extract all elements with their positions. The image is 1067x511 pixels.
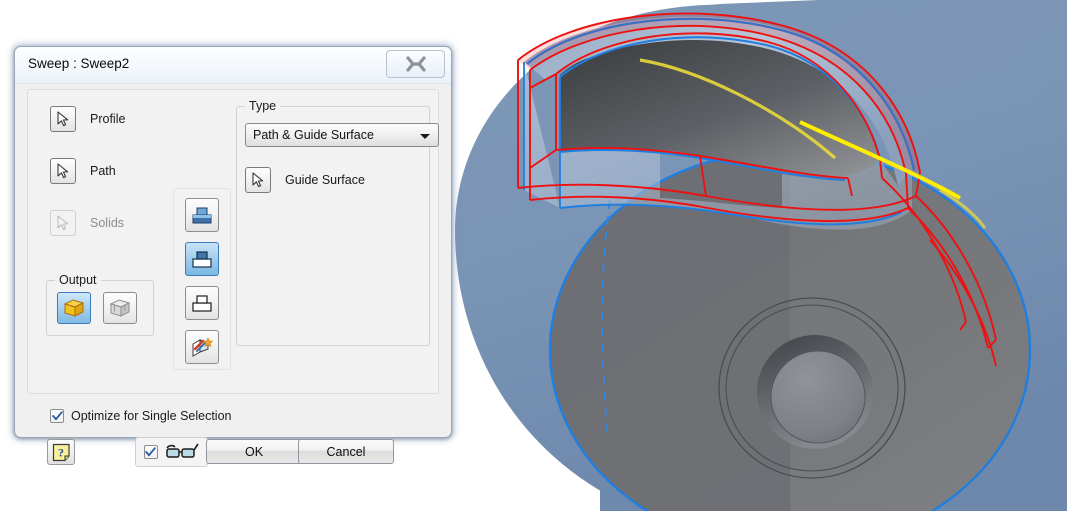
preview-checkbox[interactable]: [143, 445, 158, 459]
cancel-button[interactable]: Cancel: [298, 439, 394, 464]
bore-boss: [770, 350, 866, 444]
arrow-cursor-icon: [57, 215, 69, 231]
dialog-body-panel: Profile Path Solids Type Path & Guide Su…: [27, 89, 439, 394]
new-solid-button[interactable]: [185, 330, 219, 364]
boolean-intersect-button[interactable]: [185, 286, 219, 320]
optimize-single-selection-row[interactable]: Optimize for Single Selection: [50, 409, 232, 423]
boolean-cut-icon: [192, 251, 212, 268]
solids-select-button: [50, 210, 76, 236]
boolean-join-button[interactable]: [185, 198, 219, 232]
ok-button[interactable]: OK: [206, 439, 302, 464]
type-group: Type Path & Guide Surface Guide Surface: [236, 99, 439, 346]
boolean-operation-group: [173, 188, 231, 370]
type-dropdown-value: Path & Guide Surface: [253, 128, 374, 142]
selection-row-guide-surface: Guide Surface: [245, 167, 365, 193]
selection-row-path: Path: [50, 158, 116, 184]
boolean-intersect-icon: [192, 295, 212, 312]
arrow-cursor-icon: [57, 111, 69, 127]
boolean-cut-button[interactable]: [185, 242, 219, 276]
glasses-icon: [164, 443, 200, 461]
svg-text:?: ?: [58, 445, 64, 459]
boolean-join-icon: [192, 207, 212, 224]
close-icon: [405, 55, 427, 73]
path-select-button[interactable]: [50, 158, 76, 184]
help-button[interactable]: ?: [47, 439, 75, 465]
dialog-title: Sweep : Sweep2: [28, 56, 130, 71]
output-solid-button[interactable]: [57, 292, 91, 324]
checkmark-icon: [145, 447, 156, 457]
selection-row-solids: Solids: [50, 210, 124, 236]
profile-label: Profile: [90, 112, 126, 126]
checkmark-icon: [51, 411, 63, 421]
dialog-titlebar[interactable]: Sweep : Sweep2: [15, 47, 451, 84]
solids-label: Solids: [90, 216, 125, 230]
close-button[interactable]: [386, 50, 445, 78]
arrow-cursor-icon: [252, 172, 264, 188]
selection-row-profile: Profile: [50, 106, 125, 132]
help-question-icon: ?: [52, 443, 70, 461]
solid-cube-icon: [63, 299, 85, 317]
output-group: Output: [46, 273, 154, 336]
chevron-down-icon: [420, 134, 430, 139]
guide-surface-select-button[interactable]: [245, 167, 271, 193]
arrow-cursor-icon: [57, 163, 69, 179]
guide-surface-label: Guide Surface: [285, 173, 365, 187]
preview-toggle[interactable]: [135, 437, 208, 467]
output-group-legend: Output: [55, 273, 101, 287]
surface-cube-icon: [109, 299, 131, 317]
sweep-dialog[interactable]: Sweep : Sweep2 Profile Path Solids Type …: [14, 46, 452, 467]
new-solid-icon: [192, 337, 214, 357]
path-label: Path: [90, 164, 116, 178]
profile-select-button[interactable]: [50, 106, 76, 132]
optimize-label: Optimize for Single Selection: [71, 409, 232, 423]
optimize-checkbox[interactable]: [50, 409, 64, 423]
type-dropdown[interactable]: Path & Guide Surface: [245, 123, 439, 147]
type-group-legend: Type: [245, 99, 281, 113]
output-surface-button[interactable]: [103, 292, 137, 324]
